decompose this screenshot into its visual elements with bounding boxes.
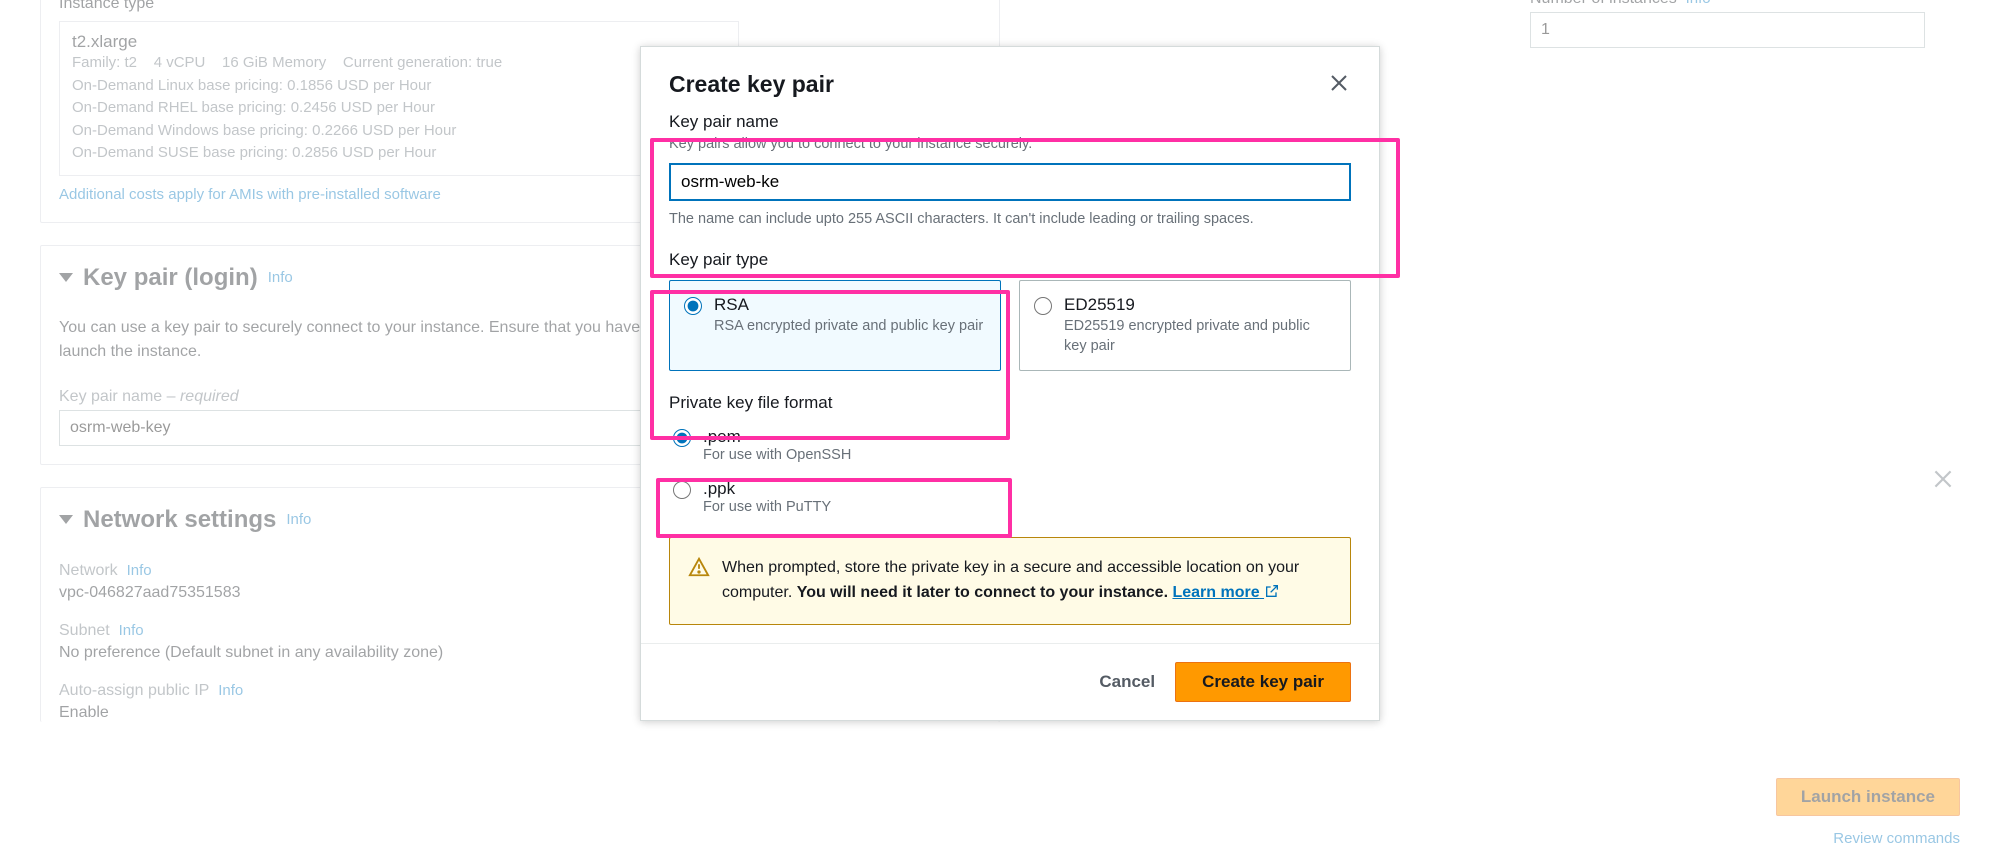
num-instances-input[interactable]: [1530, 12, 1925, 48]
chevron-down-icon[interactable]: [59, 515, 73, 524]
key-format-ppk-title: .ppk: [703, 479, 831, 499]
instance-gen: Current generation: true: [343, 54, 502, 71]
additional-costs-link[interactable]: Additional costs apply for AMIs with pre…: [59, 186, 441, 203]
instance-family: Family: t2: [72, 54, 137, 71]
close-icon[interactable]: [1930, 466, 1956, 492]
modal-title: Create key pair: [669, 71, 834, 98]
key-format-pem-option[interactable]: .pem For use with OpenSSH: [669, 423, 1351, 463]
cancel-button[interactable]: Cancel: [1099, 672, 1155, 692]
network-field-info[interactable]: Info: [127, 562, 152, 579]
instance-type-value: t2.xlarge: [72, 32, 726, 52]
subnet-info[interactable]: Info: [119, 622, 144, 639]
required-marker: required: [180, 388, 239, 405]
num-instances-label: Number of instances: [1530, 0, 1677, 7]
num-instances-info[interactable]: Info: [1686, 0, 1711, 7]
pricing-linux: On-Demand Linux base pricing: 0.1856 USD…: [72, 75, 726, 98]
store-key-warning: When prompted, store the private key in …: [669, 537, 1351, 625]
chevron-down-icon[interactable]: [59, 273, 73, 282]
key-format-pem-radio[interactable]: [673, 429, 691, 447]
network-settings-title: Network settings: [83, 506, 276, 534]
key-type-rsa-sub: RSA encrypted private and public key pai…: [714, 317, 986, 337]
auto-ip-label: Auto-assign public IP: [59, 682, 209, 699]
launch-instance-button[interactable]: Launch instance: [1776, 778, 1960, 816]
subnet-label: Subnet: [59, 622, 110, 639]
key-type-ed-sub: ED25519 encrypted private and public key…: [1064, 317, 1336, 356]
key-format-pem-sub: For use with OpenSSH: [703, 447, 851, 463]
key-type-ed-title: ED25519: [1064, 295, 1336, 315]
instance-vcpu: 4 vCPU: [154, 54, 206, 71]
learn-more-link[interactable]: Learn more: [1172, 584, 1280, 601]
key-pair-type-label: Key pair type: [669, 250, 1351, 270]
auto-ip-info[interactable]: Info: [218, 682, 243, 699]
key-pair-name-label: Key pair name: [59, 388, 162, 405]
instance-memory: 16 GiB Memory: [222, 54, 326, 71]
key-type-ed-radio[interactable]: [1034, 297, 1052, 315]
key-type-rsa-title: RSA: [714, 295, 986, 315]
key-format-ppk-radio[interactable]: [673, 481, 691, 499]
key-type-ed25519-option[interactable]: ED25519 ED25519 encrypted private and pu…: [1019, 280, 1351, 371]
key-pair-section-title: Key pair (login): [83, 264, 258, 292]
warning-text-b: You will need it later to connect to you…: [797, 584, 1168, 601]
instance-type-label: Instance type: [59, 0, 981, 13]
key-pair-name-input-bg[interactable]: [59, 410, 739, 446]
key-pair-name-hint: The name can include upto 255 ASCII char…: [669, 209, 1351, 230]
key-format-ppk-sub: For use with PuTTY: [703, 499, 831, 515]
key-pair-name-help: Key pairs allow you to connect to your i…: [669, 134, 1351, 155]
key-pair-name-label: Key pair name: [669, 112, 1351, 132]
create-key-pair-button[interactable]: Create key pair: [1175, 662, 1351, 702]
key-format-pem-title: .pem: [703, 427, 851, 447]
create-key-pair-modal: Create key pair Key pair name Key pairs …: [640, 46, 1380, 721]
external-link-icon: [1264, 583, 1280, 599]
key-format-label: Private key file format: [669, 393, 1351, 413]
key-format-ppk-option[interactable]: .ppk For use with PuTTY: [669, 475, 1351, 515]
network-label: Network: [59, 562, 118, 579]
pricing-windows: On-Demand Windows base pricing: 0.2266 U…: [72, 120, 726, 143]
network-info-link[interactable]: Info: [286, 511, 311, 528]
warning-icon: [688, 556, 710, 578]
key-pair-info-link[interactable]: Info: [268, 269, 293, 286]
key-type-rsa-option[interactable]: RSA RSA encrypted private and public key…: [669, 280, 1001, 371]
key-pair-name-input[interactable]: [669, 163, 1351, 201]
review-commands-link[interactable]: Review commands: [1833, 830, 1960, 847]
pricing-rhel: On-Demand RHEL base pricing: 0.2456 USD …: [72, 97, 726, 120]
pricing-suse: On-Demand SUSE base pricing: 0.2856 USD …: [72, 142, 726, 165]
key-type-rsa-radio[interactable]: [684, 297, 702, 315]
close-icon[interactable]: [1327, 71, 1351, 95]
